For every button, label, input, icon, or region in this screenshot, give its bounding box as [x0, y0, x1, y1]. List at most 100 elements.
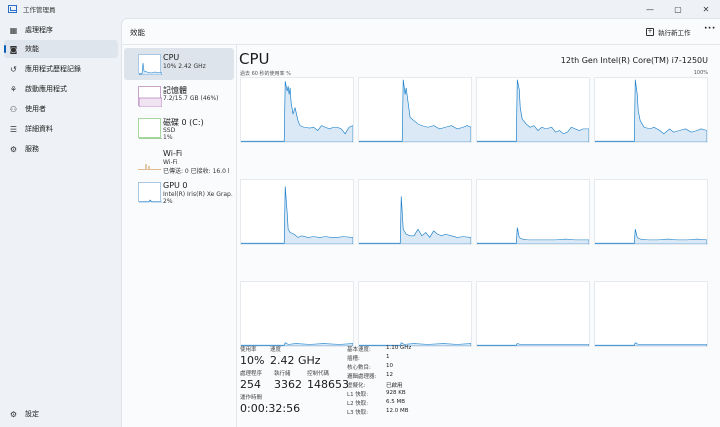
- stat-label: 執行緒: [274, 371, 291, 377]
- logical-processor-graph: [594, 281, 708, 347]
- list-icon: ☰: [9, 124, 18, 134]
- resource-gpu[interactable]: GPU 0 Intel(R) Iris(R) Xe Grap. 2%: [124, 176, 234, 208]
- resource-wifi[interactable]: Wi-Fi Wi-Fi 已傳送: 0 已接收: 16.0 l: [124, 144, 234, 176]
- more-options-button[interactable]: ···: [704, 24, 716, 34]
- spec-label: 核心數目:: [347, 365, 371, 371]
- cpu-model: 12th Gen Intel(R) Core(TM) i7-1250U: [560, 56, 708, 65]
- task-manager-icon: [8, 5, 17, 13]
- stat-label: 速度: [270, 347, 282, 353]
- sidebar-item-details[interactable]: ☰ 詳細資料: [4, 120, 118, 138]
- sidebar-item-label: 使用者: [25, 105, 46, 113]
- grid-icon: ▦: [9, 25, 18, 35]
- resource-detail-2: 2%: [163, 198, 173, 205]
- resource-disk[interactable]: 磁碟 0 (C:) SSD 1%: [124, 112, 234, 144]
- stat-processes: 處理程序 254: [240, 369, 262, 391]
- spec-value: 已啟用: [386, 383, 403, 389]
- resource-memory[interactable]: 記憶體 7.2/15.7 GB (46%): [124, 80, 234, 112]
- stat-uptime: 運作時間 0:00:32:56: [240, 393, 300, 415]
- spec-value: 928 KB: [386, 390, 406, 396]
- logical-processor-graph: [240, 77, 354, 143]
- sidebar-item-performance[interactable]: ◙ 效能: [4, 40, 118, 58]
- sidebar-item-services[interactable]: ⚙ 服務: [4, 140, 118, 158]
- stat-label: 控制代碼: [307, 371, 330, 377]
- logical-processor-graph: [476, 281, 590, 347]
- run-new-task-label: 執行新工作: [658, 29, 691, 37]
- cpu-title: CPU: [239, 50, 270, 68]
- sidebar-item-processes[interactable]: ▦ 處理程序: [4, 21, 118, 39]
- cpu-thumbnail: [138, 54, 163, 76]
- spec-value: 1.10 GHz: [386, 345, 412, 351]
- resource-detail: SSD: [163, 127, 176, 134]
- title-bar: 工作管理員 — ▢ ✕: [0, 0, 720, 18]
- spec-label: L2 快取:: [347, 401, 369, 407]
- resource-detail-2: 已傳送: 0 已接收: 16.0 l: [163, 168, 230, 175]
- stat-value: 0:00:32:56: [240, 402, 301, 415]
- sidebar: ▦ 處理程序 ◙ 效能 ↺ 應用程式歷程記錄 ⚘ 啟動應用程式 ⚇ 使用者 ☰ …: [0, 18, 120, 427]
- maximize-button[interactable]: ▢: [664, 0, 692, 18]
- page-title: 效能: [130, 28, 145, 37]
- sidebar-item-label: 啟動應用程式: [25, 85, 67, 93]
- logical-processor-graph: [240, 179, 354, 245]
- stat-value: 3362: [274, 378, 302, 391]
- cpu-graph-grid: [240, 77, 708, 350]
- main-panel: 效能 + 執行新工作 ··· CPU 10% 2.42 GHz 記憶體 7.2/…: [121, 18, 720, 427]
- spec-value: 12.0 MB: [386, 408, 409, 414]
- sidebar-item-label: 應用程式歷程記錄: [25, 65, 81, 73]
- resource-detail: 10% 2.42 GHz: [163, 63, 206, 70]
- disk-thumbnail: [138, 118, 162, 139]
- spec-value: 10: [386, 363, 393, 369]
- performance-icon: ◙: [9, 44, 18, 54]
- resource-cpu[interactable]: CPU 10% 2.42 GHz: [124, 48, 234, 80]
- wifi-thumbnail: [138, 150, 161, 170]
- stat-handles: 控制代碼 148653: [307, 369, 349, 391]
- spec-value: 1: [386, 354, 390, 360]
- spec-label: 基本速度:: [347, 347, 371, 353]
- graph-axis-label: 過去 60 秒的使用率 %: [240, 71, 291, 77]
- stat-label: 使用率: [240, 347, 257, 353]
- spec-value: 6.5 MB: [386, 399, 406, 405]
- logical-processor-graph: [358, 77, 472, 143]
- panel-divider: [236, 45, 237, 427]
- stat-label: 運作時間: [240, 395, 263, 401]
- stat-value: 148653: [307, 378, 349, 391]
- sidebar-item-users[interactable]: ⚇ 使用者: [4, 100, 118, 118]
- sidebar-item-label: 效能: [25, 45, 39, 53]
- spec-label: L3 快取:: [347, 410, 369, 416]
- spec-label: L1 快取:: [347, 392, 369, 398]
- stat-utilization: 使用率 10%: [240, 345, 264, 367]
- spec-label: 插槽:: [347, 356, 360, 362]
- gpu-thumbnail: [138, 182, 162, 203]
- stat-label: 處理程序: [240, 371, 263, 377]
- stat-speed: 速度 2.42 GHz: [270, 345, 321, 367]
- resource-detail: Intel(R) Iris(R) Xe Grap.: [163, 191, 233, 198]
- close-button[interactable]: ✕: [692, 0, 720, 18]
- sidebar-item-app-history[interactable]: ↺ 應用程式歷程記錄: [4, 60, 118, 78]
- sidebar-item-label: 設定: [25, 410, 39, 418]
- sidebar-item-settings[interactable]: ⚙ 設定: [4, 405, 118, 423]
- spec-value: 12: [386, 372, 393, 378]
- stat-value: 2.42 GHz: [270, 354, 321, 367]
- history-icon: ↺: [10, 64, 17, 74]
- minimize-button[interactable]: —: [636, 0, 664, 18]
- sidebar-item-startup-apps[interactable]: ⚘ 啟動應用程式: [4, 80, 118, 98]
- sidebar-item-label: 處理程序: [25, 26, 53, 34]
- run-task-icon: +: [646, 28, 654, 36]
- resource-detail: Wi-Fi: [163, 159, 178, 166]
- graph-max-label: 100%: [693, 70, 708, 76]
- logical-processor-graph: [358, 281, 472, 347]
- logical-processor-graph: [594, 179, 708, 245]
- stat-threads: 執行緒 3362: [274, 369, 302, 391]
- resource-name: Wi-Fi: [163, 149, 183, 158]
- header-divider: [122, 44, 720, 45]
- run-new-task-button[interactable]: + 執行新工作: [646, 27, 691, 37]
- logical-processor-graph: [240, 281, 354, 347]
- stat-value: 254: [240, 378, 261, 391]
- sidebar-item-label: 服務: [25, 145, 39, 153]
- memory-thumbnail: [138, 86, 163, 108]
- sidebar-item-label: 詳細資料: [25, 125, 53, 133]
- logical-processor-graph: [476, 77, 590, 143]
- resource-detail-2: 1%: [163, 134, 173, 141]
- window-title: 工作管理員: [23, 6, 56, 14]
- users-icon: ⚇: [9, 104, 18, 114]
- resource-name: CPU: [163, 53, 180, 62]
